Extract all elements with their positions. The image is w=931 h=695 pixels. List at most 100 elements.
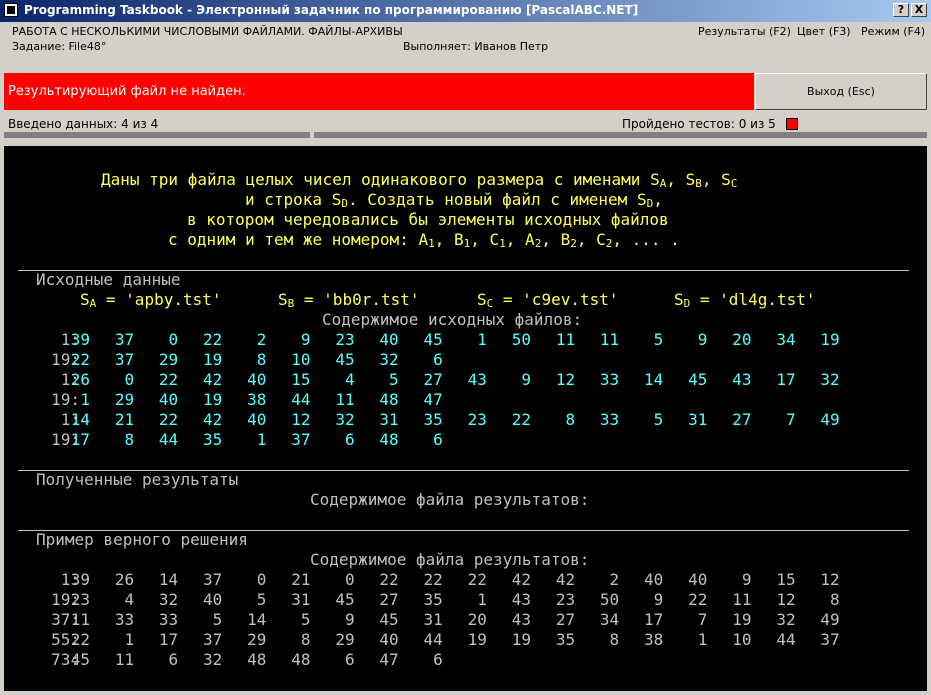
data-value: 20	[467, 610, 487, 629]
data-value: 14	[70, 410, 90, 429]
data-value: 5	[256, 590, 267, 609]
data-value: 0	[256, 570, 267, 589]
source-caption: Содержимое исходных файлов:	[322, 310, 583, 329]
data-value: 10	[732, 630, 752, 649]
data-value: 47	[423, 390, 443, 409]
task-text-line: с одним и тем же номером: A1, B1, C1, A2…	[168, 230, 680, 250]
data-value: 8	[609, 630, 620, 649]
data-value: 43	[511, 590, 531, 609]
data-value: 45	[379, 610, 399, 629]
app-icon	[4, 3, 18, 17]
data-value: 19	[732, 610, 752, 629]
data-value: 11	[599, 330, 620, 349]
data-value: 37	[203, 630, 223, 649]
data-value: 32	[203, 650, 223, 669]
menu-color[interactable]: Цвет (F3)	[797, 25, 851, 38]
data-value: 22	[423, 570, 443, 589]
data-value: 19	[511, 630, 531, 649]
data-value: 40	[688, 570, 708, 589]
data-value: 6	[344, 430, 355, 449]
data-value: 23	[70, 590, 90, 609]
data-progress-bar	[4, 132, 310, 138]
help-button[interactable]: ?	[893, 3, 909, 17]
data-value: 48	[379, 390, 399, 409]
data-value: 42	[511, 570, 531, 589]
data-value: 22	[467, 570, 487, 589]
data-value: 29	[335, 630, 355, 649]
data-value: 47	[379, 650, 399, 669]
task-text-line: и строка SD. Создать новый файл с именем…	[245, 190, 663, 210]
data-value: 9	[344, 610, 355, 629]
data-value: 11	[555, 330, 576, 349]
data-value: 19	[467, 630, 487, 649]
data-value: 50	[511, 330, 531, 349]
data-value: 19	[203, 390, 223, 409]
data-value: 9	[653, 590, 664, 609]
data-value: 40	[247, 370, 267, 389]
data-value: 37	[114, 330, 135, 349]
data-value: 48	[379, 430, 399, 449]
data-value: 5	[653, 410, 664, 429]
menu-results[interactable]: Результаты (F2)	[698, 25, 791, 38]
data-value: 22	[70, 630, 90, 649]
close-button[interactable]: X	[911, 3, 927, 17]
data-value: 2	[256, 330, 267, 349]
data-value: 8	[830, 590, 840, 609]
data-value: 42	[555, 570, 576, 589]
error-message-bar: Результирующий файл не найден.	[4, 73, 754, 110]
table-row: 73: 45 11 6 32 48 48 6 47 6	[4, 650, 927, 670]
data-value: 11	[114, 650, 135, 669]
menu-mode[interactable]: Режим (F4)	[861, 25, 925, 38]
table-row: 19: 17 8 44 35 1 37 6 48 6	[4, 430, 927, 450]
data-value: 48	[291, 650, 311, 669]
data-value: 0	[344, 570, 355, 589]
table-row: 37: 11 33 33 5 14 5 9 45 31 20 43 27 34 17 7 19 32 49	[4, 610, 927, 630]
data-value: 17	[70, 430, 90, 449]
data-value: 4	[344, 370, 355, 389]
data-value: 27	[379, 590, 399, 609]
tests-passed-status: Пройдено тестов: 0 из 5	[622, 117, 776, 131]
data-value: 22	[203, 330, 223, 349]
data-value: 32	[158, 590, 179, 609]
data-value: 5	[653, 330, 664, 349]
data-value: 1	[124, 630, 135, 649]
data-value: 8	[256, 350, 267, 369]
data-value: 37	[820, 630, 840, 649]
data-value: 34	[776, 330, 796, 349]
data-value: 49	[820, 610, 840, 629]
status-bar: Введено данных: 4 из 4 Пройдено тестов: …	[4, 115, 927, 143]
data-value: 49	[820, 410, 840, 429]
data-value: 6	[168, 650, 179, 669]
data-value: 9	[741, 570, 752, 589]
performer-name: Выполняет: Иванов Петр	[403, 40, 549, 53]
data-value: 42	[203, 370, 223, 389]
data-value: 15	[776, 570, 796, 589]
data-value: 5	[300, 610, 311, 629]
data-value: 35	[423, 410, 443, 429]
data-value: 22	[379, 570, 399, 589]
data-value: 23	[335, 330, 355, 349]
data-value: 9	[697, 330, 708, 349]
data-value: 39	[70, 330, 90, 349]
data-value: 32	[820, 370, 840, 389]
table-row: 19: 22 37 29 19 8 10 45 32 6	[4, 350, 927, 370]
data-value: 45	[688, 370, 708, 389]
example-caption: Содержимое файла результатов:	[310, 550, 590, 569]
data-value: 39	[70, 570, 90, 589]
exit-button[interactable]: Выход (Esc)	[755, 73, 927, 110]
test-status-indicator	[786, 118, 798, 130]
data-value: 35	[203, 430, 223, 449]
data-value: 34	[599, 610, 620, 629]
data-value: 12	[820, 570, 840, 589]
data-value: 1	[80, 390, 90, 409]
data-value: 29	[114, 390, 135, 409]
data-value: 43	[467, 370, 487, 389]
table-row: 1: 39 37 0 22 2 9 23 40 45 1 50 11 11 5 9 20 34 19	[4, 330, 927, 350]
data-value: 11	[732, 590, 752, 609]
data-value: 21	[291, 570, 311, 589]
data-value: 40	[158, 390, 179, 409]
entered-data-status: Введено данных: 4 из 4	[8, 117, 159, 131]
data-value: 11	[335, 390, 355, 409]
table-row: 1: 26 0 22 42 40 15 4 5 27 43 9 12 33 14 45 43 17 32	[4, 370, 927, 390]
data-value: 44	[776, 630, 796, 649]
